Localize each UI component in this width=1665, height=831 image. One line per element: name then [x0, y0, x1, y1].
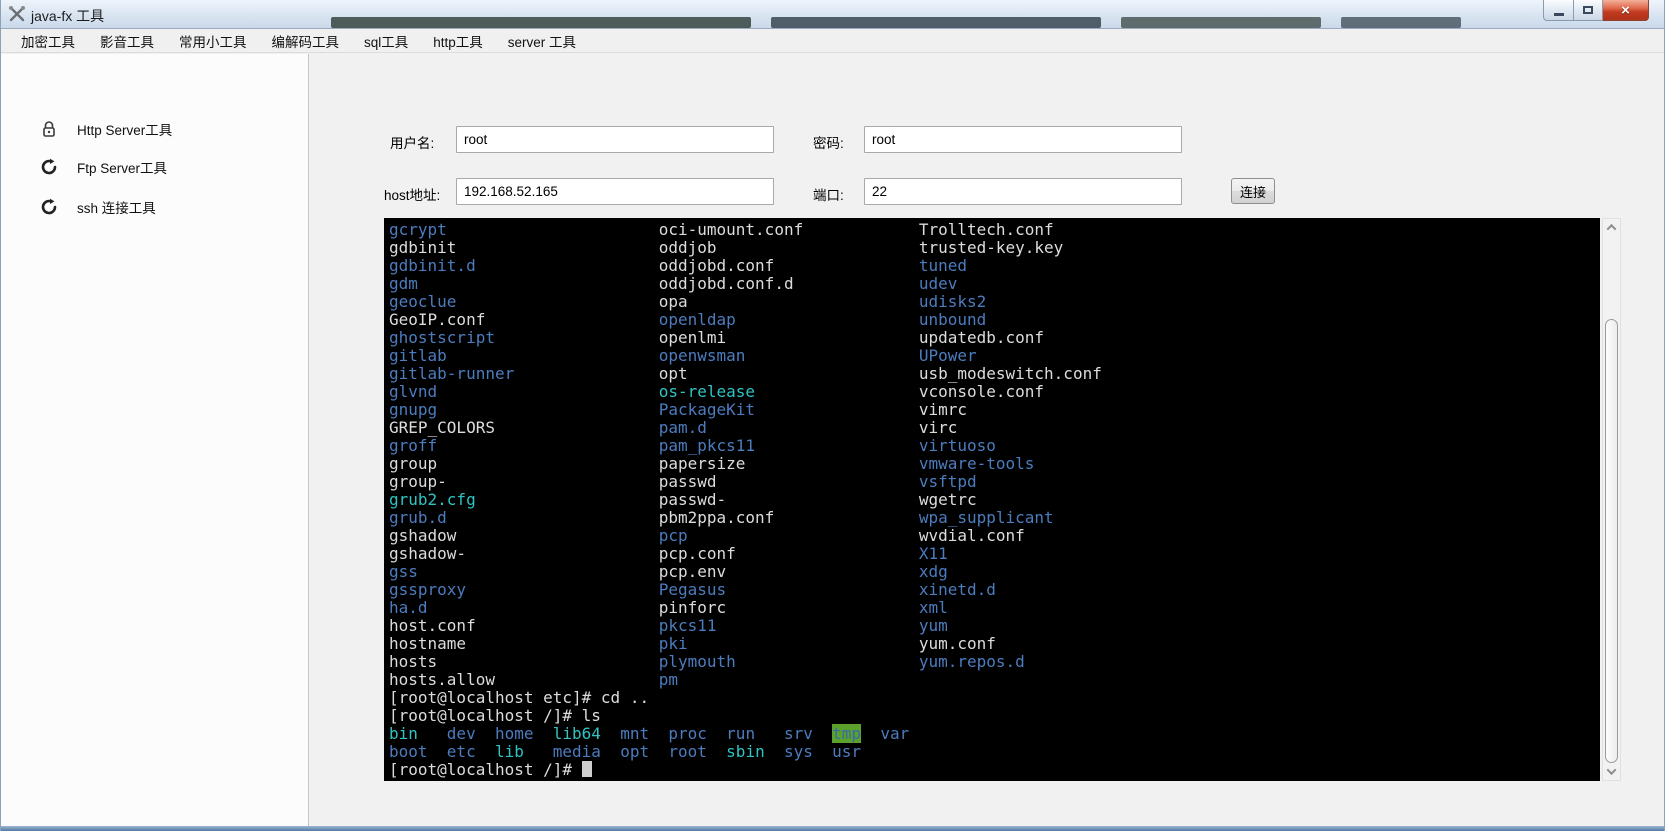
terminal-line: gitlab-runner opt usb_modeswitch.conf [389, 365, 1600, 383]
username-input[interactable] [456, 126, 774, 153]
chevron-up-icon [1607, 224, 1617, 234]
terminal-line: groff pam_pkcs11 virtuoso [389, 437, 1600, 455]
minimize-button[interactable] [1543, 0, 1573, 21]
terminal-line: gdm oddjobd.conf.d udev [389, 275, 1600, 293]
menu-item-http-tools[interactable]: http工具 [423, 29, 493, 53]
sidebar: Http Server工具 Ftp Server工具 ssh 连接工具 [1, 54, 309, 831]
chevron-down-icon [1607, 765, 1617, 775]
close-button[interactable]: × [1603, 0, 1649, 21]
terminal-line: [root@localhost /]# [389, 761, 1600, 779]
sync-icon [40, 158, 58, 176]
terminal-output[interactable]: gcrypt oci-umount.conf Trolltech.confgdb… [384, 218, 1600, 781]
minimize-icon [1554, 13, 1564, 16]
terminal-line: gshadow- pcp.conf X11 [389, 545, 1600, 563]
terminal-line: [root@localhost etc]# cd .. [389, 689, 1600, 707]
terminal-line: hosts plymouth yum.repos.d [389, 653, 1600, 671]
sidebar-item-label: ssh 连接工具 [77, 197, 156, 217]
sidebar-item-http-server[interactable]: Http Server工具 [1, 116, 308, 142]
menu-item-encrypt-tools[interactable]: 加密工具 [11, 29, 85, 53]
terminal-line: boot etc lib media opt root sbin sys usr [389, 743, 1600, 761]
connect-button[interactable]: 连接 [1231, 178, 1275, 204]
terminal-line: [root@localhost /]# ls [389, 707, 1600, 725]
terminal-line: host.conf pkcs11 yum [389, 617, 1600, 635]
host-input[interactable] [456, 178, 774, 205]
username-label: 用户名: [390, 132, 434, 152]
terminal-line: ha.d pinforc xml [389, 599, 1600, 617]
menu-item-common-tools[interactable]: 常用小工具 [169, 29, 257, 53]
app-window: java-fx 工具 × 加密工具影音工具常用小工具编解码工具sql工具http… [0, 0, 1665, 831]
terminal-line: gdbinit.d oddjobd.conf tuned [389, 257, 1600, 275]
terminal-scrollbar[interactable] [1602, 218, 1621, 781]
menu-item-server-tools[interactable]: server 工具 [498, 29, 586, 53]
terminal-line: gnupg PackageKit vimrc [389, 401, 1600, 419]
sidebar-item-label: Http Server工具 [77, 119, 172, 139]
terminal-line: group- passwd vsftpd [389, 473, 1600, 491]
port-label: 端口: [813, 184, 844, 204]
sync-icon [40, 198, 58, 216]
sidebar-item-ftp-server[interactable]: Ftp Server工具 [1, 154, 308, 180]
sidebar-item-label: Ftp Server工具 [77, 157, 167, 177]
terminal-line: bin dev home lib64 mnt proc run srv tmp … [389, 725, 1600, 743]
terminal-line: GREP_COLORS pam.d virc [389, 419, 1600, 437]
menu-item-sql-tools[interactable]: sql工具 [354, 29, 418, 53]
scrollbar-thumb[interactable] [1605, 319, 1618, 763]
terminal-line: gitlab openwsman UPower [389, 347, 1600, 365]
app-icon [8, 5, 26, 23]
menu-item-codec-tools[interactable]: 编解码工具 [262, 29, 350, 53]
terminal-cursor [582, 761, 592, 777]
menu-bar: 加密工具影音工具常用小工具编解码工具sql工具http工具server 工具 [1, 30, 1665, 53]
port-input[interactable] [864, 178, 1182, 205]
terminal-line: ghostscript openlmi updatedb.conf [389, 329, 1600, 347]
background-artifact [771, 17, 1101, 28]
window-title: java-fx 工具 [31, 6, 104, 26]
terminal-line: gssproxy Pegasus xinetd.d [389, 581, 1600, 599]
terminal-line: gss pcp.env xdg [389, 563, 1600, 581]
terminal-line: gshadow pcp wvdial.conf [389, 527, 1600, 545]
menu-item-media-tools[interactable]: 影音工具 [90, 29, 164, 53]
lock-icon [40, 120, 58, 138]
terminal-line: gcrypt oci-umount.conf Trolltech.conf [389, 221, 1600, 239]
background-artifact [1341, 17, 1461, 28]
maximize-icon [1583, 6, 1593, 14]
terminal-line: gdbinit oddjob trusted-key.key [389, 239, 1600, 257]
window-bottom-border [1, 826, 1665, 831]
host-label: host地址: [384, 184, 440, 204]
scroll-up-button[interactable] [1603, 219, 1620, 236]
close-icon: × [1621, 2, 1630, 19]
terminal-line: glvnd os-release vconsole.conf [389, 383, 1600, 401]
background-artifact [331, 17, 751, 28]
sidebar-item-ssh-connect[interactable]: ssh 连接工具 [1, 194, 308, 220]
password-input[interactable] [864, 126, 1182, 153]
terminal-line: GeoIP.conf openldap unbound [389, 311, 1600, 329]
terminal-line: grub2.cfg passwd- wgetrc [389, 491, 1600, 509]
terminal-line: geoclue opa udisks2 [389, 293, 1600, 311]
terminal-line: hosts.allow pm [389, 671, 1600, 689]
background-artifact [1121, 17, 1321, 28]
maximize-button[interactable] [1573, 0, 1603, 21]
terminal-line: hostname pki yum.conf [389, 635, 1600, 653]
scroll-down-button[interactable] [1603, 763, 1620, 780]
terminal-line: group papersize vmware-tools [389, 455, 1600, 473]
password-label: 密码: [813, 132, 844, 152]
window-controls: × [1543, 0, 1649, 21]
terminal-line: grub.d pbm2ppa.conf wpa_supplicant [389, 509, 1600, 527]
title-bar[interactable]: java-fx 工具 × [1, 0, 1665, 29]
